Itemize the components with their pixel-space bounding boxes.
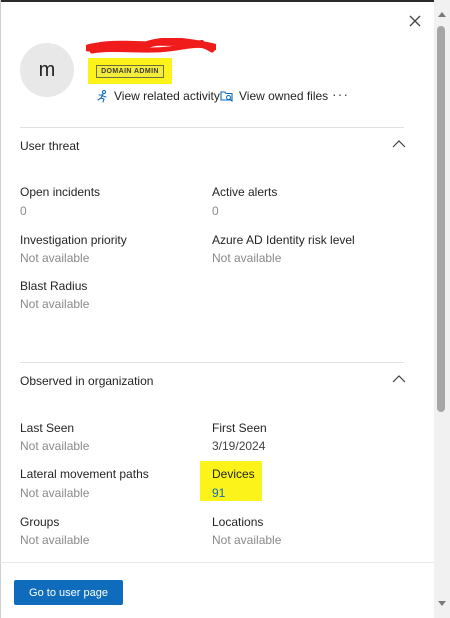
locations-label: Locations: [212, 515, 264, 529]
top-border: [0, 0, 450, 2]
scrollbar-thumb[interactable]: [437, 26, 445, 412]
go-to-user-page-button[interactable]: Go to user page: [14, 580, 123, 605]
avatar-initial: m: [38, 58, 56, 81]
first-seen-label: First Seen: [212, 421, 267, 435]
locations-value: Not available: [212, 533, 282, 547]
open-incidents-value: 0: [20, 204, 27, 218]
scroll-up-arrow-icon[interactable]: [437, 10, 447, 18]
groups-value: Not available: [20, 533, 90, 547]
redacted-user-name: [86, 38, 216, 54]
chevron-up-icon[interactable]: [392, 374, 406, 384]
lateral-movement-value: Not available: [20, 486, 90, 500]
devices-label: Devices: [212, 467, 255, 481]
section-divider: [20, 362, 404, 363]
lateral-movement-label: Lateral movement paths: [20, 467, 149, 481]
scroll-down-arrow-icon[interactable]: [437, 600, 447, 608]
close-button[interactable]: [406, 12, 424, 30]
section-divider: [20, 127, 404, 128]
section-title-user-threat: User threat: [20, 139, 80, 153]
azure-ad-risk-label: Azure AD Identity risk level: [212, 233, 355, 247]
azure-ad-risk-value: Not available: [212, 251, 282, 265]
section-title-observed: Observed in organization: [20, 374, 154, 388]
investigation-priority-label: Investigation priority: [20, 233, 127, 247]
role-badge: DOMAIN ADMIN: [96, 64, 164, 78]
open-incidents-label: Open incidents: [20, 185, 101, 199]
more-icon[interactable]: ···: [332, 86, 349, 102]
blast-radius-label: Blast Radius: [20, 279, 88, 293]
close-icon: [409, 15, 421, 27]
activity-icon: [97, 89, 107, 103]
devices-value-link[interactable]: 91: [212, 486, 225, 500]
left-border: [0, 0, 1, 618]
view-owned-files-button[interactable]: View owned files: [220, 88, 328, 104]
blast-radius-value: Not available: [20, 297, 90, 311]
view-related-activity-label: View related activity: [114, 89, 220, 103]
last-seen-value: Not available: [20, 439, 90, 453]
active-alerts-label: Active alerts: [212, 185, 278, 199]
view-related-activity-button[interactable]: View related activity: [95, 88, 220, 104]
active-alerts-value: 0: [212, 204, 219, 218]
role-badge-highlight: DOMAIN ADMIN: [88, 58, 172, 84]
avatar: m: [20, 43, 74, 97]
investigation-priority-value: Not available: [20, 251, 90, 265]
groups-label: Groups: [20, 515, 60, 529]
first-seen-value: 3/19/2024: [212, 439, 266, 453]
owned-files-icon: [220, 91, 233, 102]
view-owned-files-label: View owned files: [239, 89, 329, 103]
footer-divider: [0, 562, 434, 563]
chevron-up-icon[interactable]: [392, 139, 406, 149]
last-seen-label: Last Seen: [20, 421, 75, 435]
